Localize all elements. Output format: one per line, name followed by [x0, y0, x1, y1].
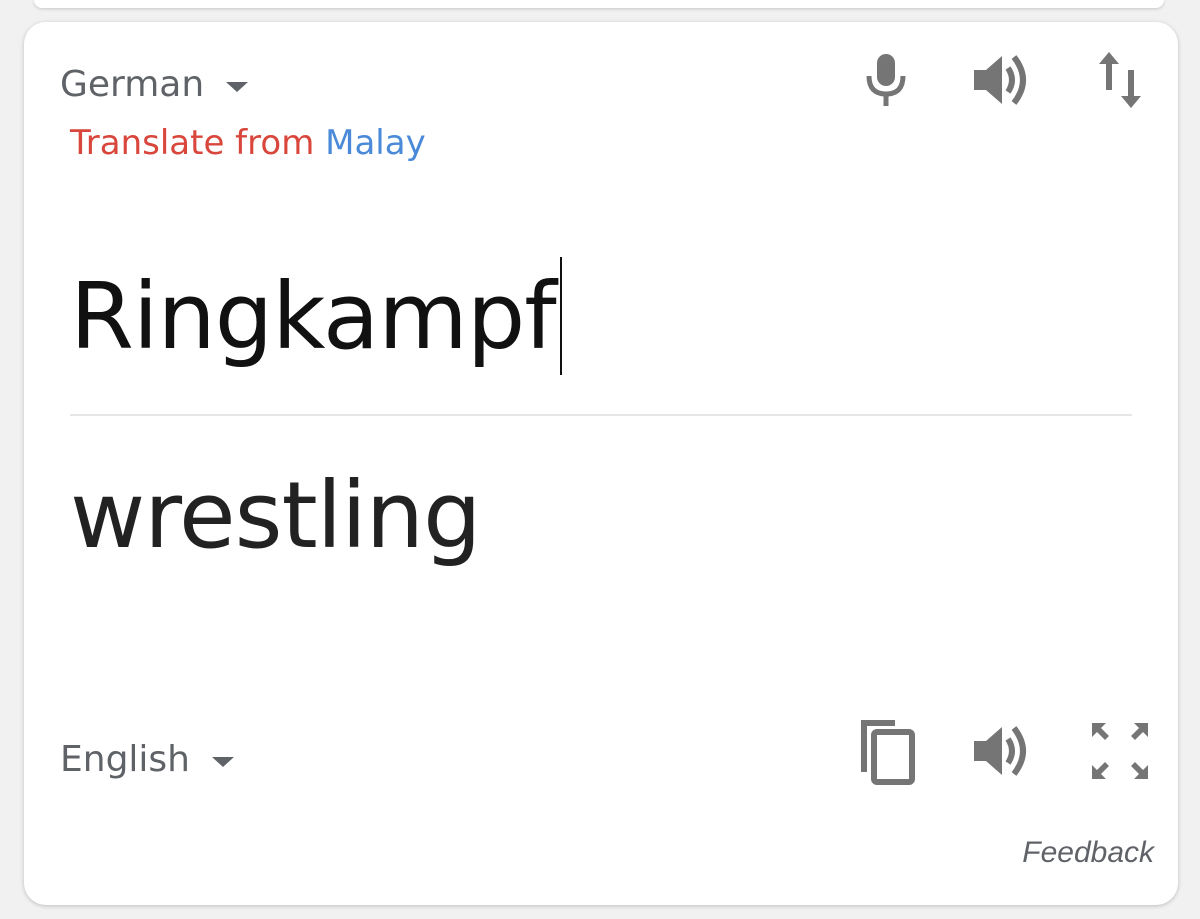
detected-language-hint: Translate from Malay: [70, 123, 426, 163]
chevron-down-icon: [226, 81, 249, 92]
target-language-select[interactable]: English: [60, 739, 234, 780]
fullscreen-icon: [1090, 721, 1150, 781]
source-text-input[interactable]: Ringkampf: [70, 257, 562, 375]
fullscreen-button[interactable]: [1085, 716, 1155, 786]
microphone-icon: [864, 52, 908, 108]
source-text: Ringkampf: [70, 262, 557, 370]
speaker-icon: [972, 723, 1034, 779]
swap-languages-button[interactable]: [1085, 45, 1155, 115]
chevron-down-icon: [212, 756, 234, 767]
translation-card: German Translate from Malay Ringkampf wr…: [24, 22, 1178, 905]
target-listen-button[interactable]: [968, 716, 1038, 786]
previous-card-edge: [34, 0, 1164, 8]
translate-from-label: Translate from: [70, 123, 315, 163]
divider: [70, 414, 1132, 416]
speaker-icon: [972, 52, 1034, 108]
microphone-button[interactable]: [851, 45, 921, 115]
feedback-link[interactable]: Feedback: [1022, 836, 1154, 870]
swap-languages-icon: [1097, 50, 1143, 110]
copy-button[interactable]: [851, 716, 921, 786]
copy-icon: [855, 716, 917, 786]
text-cursor: [559, 257, 562, 375]
source-language-label: German: [60, 64, 205, 105]
source-language-select[interactable]: German: [60, 64, 249, 105]
translation-output: wrestling: [70, 462, 481, 569]
detected-language-link[interactable]: Malay: [325, 123, 426, 163]
target-language-label: English: [60, 739, 190, 780]
source-listen-button[interactable]: [968, 45, 1038, 115]
